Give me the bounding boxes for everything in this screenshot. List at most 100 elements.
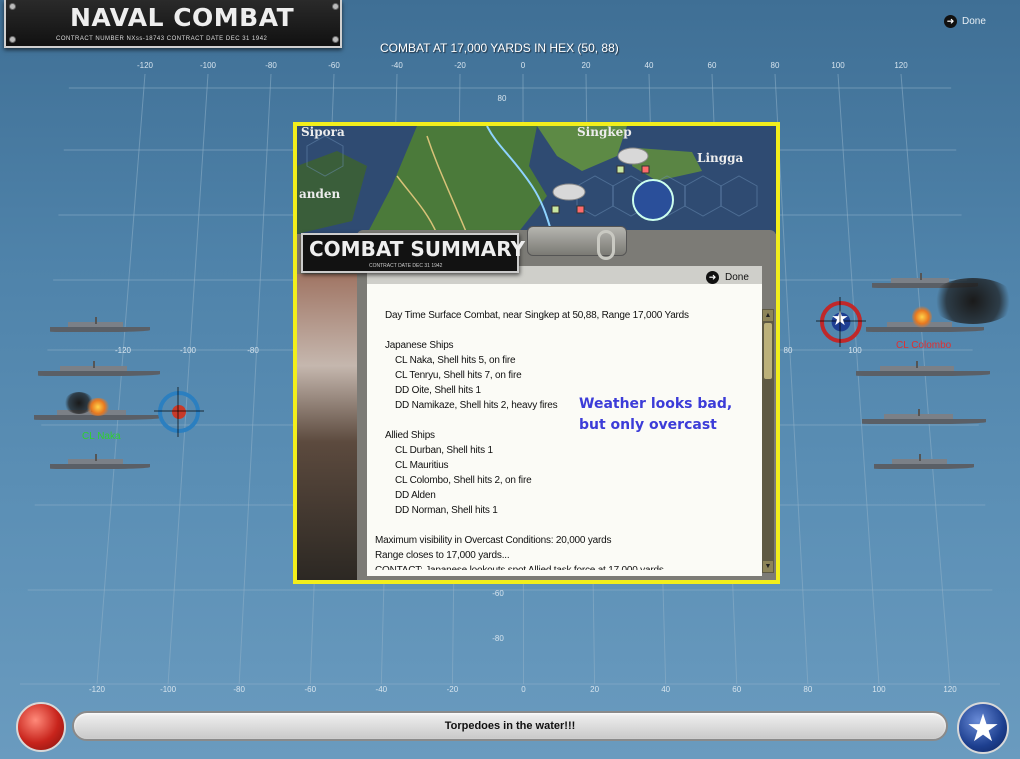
crew-photo — [297, 274, 361, 580]
grid-label: 100 — [872, 685, 886, 694]
grid-label: 80 — [784, 346, 793, 355]
grid-label: 80 — [803, 685, 812, 694]
rivet — [9, 36, 16, 43]
map-place-label: Singkep — [577, 126, 632, 139]
strategic-map-strip: Sipora Singkep Lingga anden — [297, 126, 776, 234]
report-line: Range closes to 17,000 yards... — [375, 550, 510, 561]
scroll-thumb[interactable] — [764, 323, 772, 379]
done-label: Done — [725, 272, 749, 283]
summary-plate-sub: CONTRACT DATE DEC 31 1942 — [369, 263, 443, 269]
report-line: CL Tenryu, Shell hits 7, on fire — [395, 370, 522, 381]
fire-effect — [86, 398, 110, 416]
report-line: Day Time Surface Combat, near Singkep at… — [385, 310, 689, 321]
grid-label: 60 — [732, 685, 741, 694]
japanese-ship[interactable] — [50, 317, 150, 332]
note-line: Weather looks bad, — [579, 396, 733, 412]
scroll-up-icon[interactable]: ▲ — [763, 310, 773, 321]
grid-label: -60 — [304, 685, 316, 694]
grid-label: 80 — [498, 94, 507, 103]
report-line: CL Durban, Shell hits 1 — [395, 445, 493, 456]
map-place-label: anden — [299, 187, 341, 201]
star-icon: ★ — [965, 708, 1001, 750]
grid-label: 60 — [708, 61, 717, 70]
grid-label: -100 — [200, 61, 217, 70]
combat-heading: COMBAT AT 17,000 YARDS IN HEX (50, 88) — [380, 41, 619, 55]
grid-label: 100 — [831, 61, 845, 70]
map-place-label: Sipora — [301, 126, 345, 139]
note-line: but only overcast — [579, 417, 717, 433]
grid-label: -40 — [391, 61, 403, 70]
grid-label: -120 — [115, 346, 132, 355]
grid-label: -60 — [492, 589, 504, 598]
grid-label: -120 — [89, 685, 106, 694]
report-line: CL Naka, Shell hits 5, on fire — [395, 355, 516, 366]
grid-label: -120 — [137, 61, 154, 70]
fire-effect — [912, 306, 932, 328]
status-message-bar: Torpedoes in the water!!! — [72, 711, 948, 741]
grid-label: -80 — [265, 61, 277, 70]
rivet — [9, 3, 16, 10]
grid-label: 100 — [848, 346, 862, 355]
grid-label: 120 — [894, 61, 908, 70]
allied-ship-label: CL Colombo — [896, 340, 952, 351]
report-scrollbar[interactable]: ▲ ▼ — [762, 309, 774, 573]
grid-label: -80 — [247, 346, 259, 355]
rivet — [332, 3, 339, 10]
grid-label: -40 — [376, 685, 388, 694]
grid-label: 80 — [771, 61, 780, 70]
map-place-label: Lingga — [697, 151, 744, 165]
grid-label: -100 — [160, 685, 177, 694]
grid-label: 40 — [645, 61, 654, 70]
done-button[interactable]: ➜ Done — [944, 15, 986, 28]
handwritten-note: Weather looks bad, but only overcast — [579, 394, 732, 436]
report-line: CL Colombo, Shell hits 2, on fire — [395, 475, 532, 486]
allied-ship[interactable] — [862, 409, 986, 424]
grid-label: 120 — [943, 685, 957, 694]
summary-done-button[interactable]: ➜ Done — [706, 271, 749, 284]
grid-label: 0 — [521, 685, 526, 694]
japanese-ship[interactable] — [50, 454, 150, 469]
report-spacer — [375, 518, 755, 533]
grid-label: -80 — [492, 634, 504, 643]
arrow-right-icon: ➜ — [944, 15, 957, 28]
naval-combat-title-plate: NAVAL COMBAT CONTRACT NUMBER NXss-18743 … — [4, 0, 342, 48]
star-icon: ★ — [831, 308, 849, 330]
japanese-ship[interactable] — [38, 361, 160, 376]
rivet — [332, 36, 339, 43]
status-message: Torpedoes in the water!!! — [444, 720, 576, 732]
grid-label: -20 — [454, 61, 466, 70]
allied-ship[interactable] — [874, 454, 974, 469]
clipboard-ring — [597, 230, 615, 260]
grid-label: 0 — [521, 61, 526, 70]
smoke-plume — [930, 278, 1016, 324]
report-line: Japanese Ships — [385, 340, 454, 351]
grid-label: -80 — [233, 685, 245, 694]
done-label: Done — [962, 16, 986, 27]
grid-label: -100 — [180, 346, 197, 355]
combat-summary-plate: COMBAT SUMMARY CONTRACT DATE DEC 31 1942 — [301, 233, 525, 273]
report-line: Maximum visibility in Overcast Condition… — [375, 535, 612, 546]
report-line: CL Mauritius — [395, 460, 449, 471]
report-line: DD Norman, Shell hits 1 — [395, 505, 498, 516]
combat-report-text: Day Time Surface Combat, near Singkep at… — [375, 308, 755, 570]
allied-side-button[interactable]: ★ — [957, 702, 1009, 754]
report-line: CONTACT: Japanese lookouts spot Allied t… — [375, 563, 755, 570]
scroll-down-icon[interactable]: ▼ — [763, 561, 773, 572]
grid-label: -60 — [328, 61, 340, 70]
report-spacer — [375, 323, 755, 338]
combat-summary-window: Sipora Singkep Lingga anden COMBAT SUMMA… — [293, 122, 780, 584]
grid-label: -20 — [447, 685, 459, 694]
report-line: DD Alden — [395, 490, 436, 501]
allied-ship[interactable] — [856, 361, 990, 376]
summary-title: COMBAT SUMMARY — [309, 237, 526, 261]
japanese-target-reticle — [154, 387, 204, 437]
allied-target-reticle: ★ — [816, 297, 866, 347]
japanese-side-button[interactable] — [16, 702, 66, 752]
grid-label: 40 — [661, 685, 670, 694]
grid-label: 20 — [590, 685, 599, 694]
contract-line: CONTRACT NUMBER NXss-18743 CONTRACT DATE… — [56, 36, 268, 42]
grid-label: 20 — [582, 61, 591, 70]
japanese-ship-label: CL Naka — [82, 431, 121, 442]
page-title: NAVAL COMBAT — [70, 3, 295, 32]
arrow-right-icon: ➜ — [706, 271, 719, 284]
